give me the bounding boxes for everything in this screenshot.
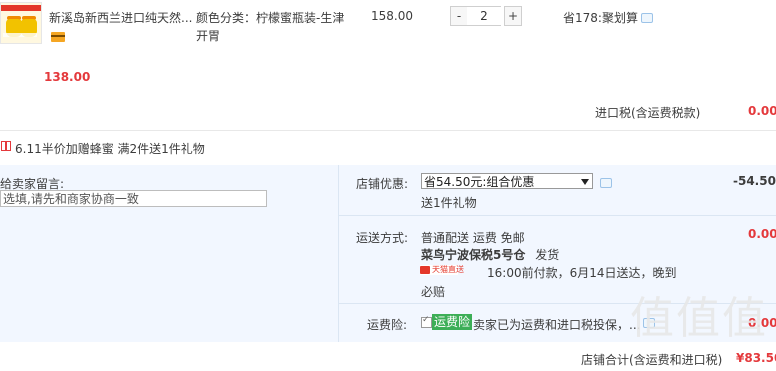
chat-bubble-icon[interactable] <box>641 13 653 23</box>
chevron-down-icon <box>581 179 589 185</box>
divider <box>0 130 776 131</box>
quantity-increase-button[interactable]: + <box>504 6 522 26</box>
coupon-gift-text: 送1件礼物 <box>421 196 477 210</box>
watermark: 值值值 <box>630 293 768 344</box>
shipping-label: 运送方式: <box>356 231 409 245</box>
store-coupon-amount: -54.50 <box>733 174 776 188</box>
item-subtotal: 138.00 <box>44 70 91 84</box>
store-total-value: ¥83.50 <box>736 351 776 365</box>
shipping-value: 0.00 <box>748 227 776 241</box>
delivery-promise-compensation: 必赔 <box>421 285 446 299</box>
store-coupon-label: 店铺优惠: <box>356 177 409 191</box>
gift-promo-text: 6.11半价加赠蜂蜜 满2件送1件礼物 <box>15 142 205 156</box>
sku-label: 颜色分类：柠檬蜜瓶装-生津开胃 <box>196 11 345 43</box>
insurance-checkbox[interactable] <box>421 315 432 328</box>
seller-message-input[interactable] <box>0 190 267 207</box>
product-title-link[interactable]: 新溪岛新西兰进口纯天然... <box>49 9 193 26</box>
credit-card-icon <box>51 32 65 42</box>
insurance-text: 卖家已为运费和进口税投保，... <box>473 318 641 332</box>
store-coupon-select[interactable]: 省54.50元:组合优惠 <box>421 173 593 189</box>
chat-bubble-icon[interactable] <box>600 178 612 188</box>
quantity-input[interactable] <box>467 6 501 26</box>
import-tax-value: 0.00 <box>748 104 776 118</box>
gift-icon <box>1 141 11 151</box>
delivery-promise: 16:00前付款，6月14日送达，晚到 <box>487 266 677 280</box>
insurance-tag: 运费险 <box>432 314 473 330</box>
store-coupon-selected: 省54.50元:组合优惠 <box>424 175 535 189</box>
warehouse-info: 菜鸟宁波保税5号仓 发货 <box>421 246 559 263</box>
tmall-direct-badge: 天猫直送 <box>420 265 464 275</box>
panel-divider <box>338 165 339 342</box>
tmall-cart-icon <box>420 266 430 274</box>
import-tax-label: 进口税(含运费税款) <box>595 106 701 120</box>
shipping-insurance-label: 运费险: <box>367 318 408 332</box>
warehouse-suffix: 发货 <box>535 248 560 262</box>
warehouse-name: 菜鸟宁波保税5号仓 <box>421 248 526 262</box>
store-total-label: 店铺合计(含运费和进口税) <box>581 353 723 367</box>
shipping-method: 普通配送 运费 免邮 <box>421 231 525 245</box>
product-thumbnail[interactable] <box>0 2 42 44</box>
promo-savings-text: 省178:聚划算 <box>563 11 638 25</box>
tmall-badge-text: 天猫直送 <box>432 265 464 274</box>
promo-savings: 省178:聚划算 <box>563 9 638 26</box>
divider <box>339 215 776 216</box>
unit-price: 158.00 <box>371 9 413 23</box>
quantity-decrease-button[interactable]: - <box>450 6 468 26</box>
